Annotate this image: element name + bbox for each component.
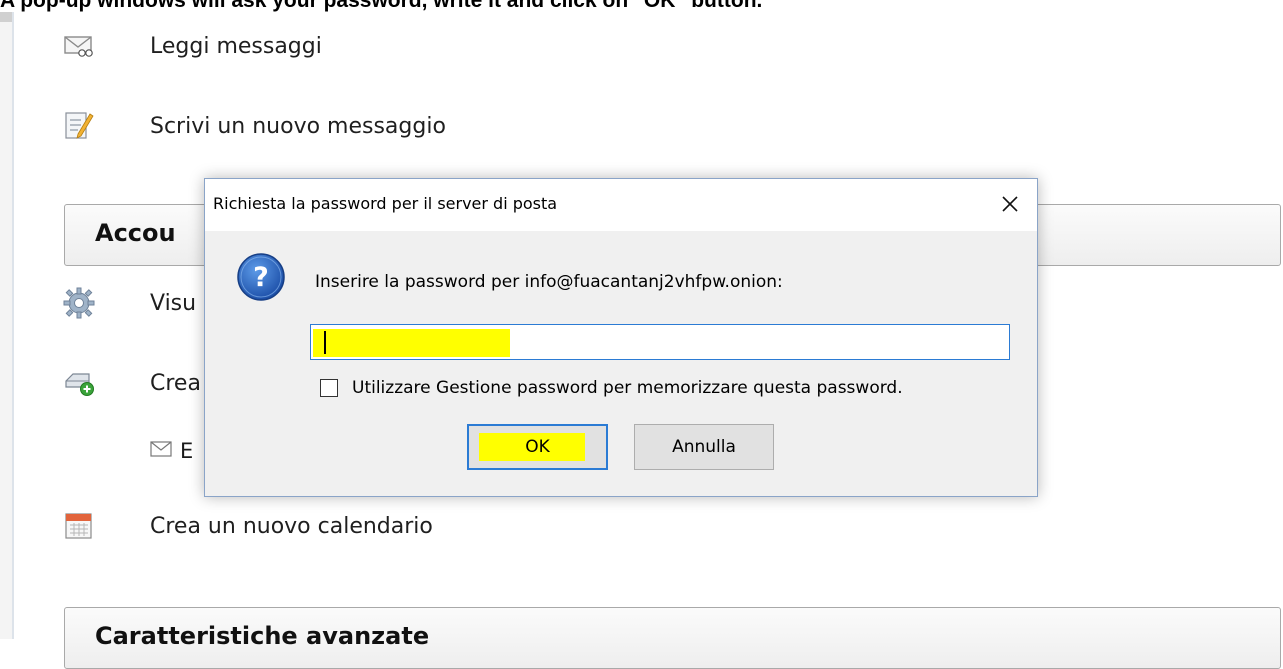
menu-item-create-calendar[interactable]: Crea un nuovo calendario <box>62 506 433 546</box>
calendar-icon <box>62 509 96 543</box>
left-rail <box>0 12 14 639</box>
menu-item-create-account[interactable]: Crea <box>62 363 201 403</box>
instruction-banner: A pop-up windows will ask your password,… <box>0 0 763 12</box>
close-icon[interactable] <box>995 189 1025 219</box>
save-password-label[interactable]: Utilizzare Gestione password per memoriz… <box>352 378 903 398</box>
gear-icon <box>62 286 96 320</box>
menu-item-label: Scrivi un nuovo messaggio <box>150 113 446 139</box>
cancel-button[interactable]: Annulla <box>634 424 774 470</box>
menu-item-label: Crea un nuovo calendario <box>150 513 433 539</box>
menu-item-view-settings[interactable]: Visu <box>62 283 196 323</box>
advanced-section-header: Caratteristiche avanzate <box>64 607 1281 669</box>
envelope-icon <box>150 441 172 461</box>
section-title: Caratteristiche avanzate <box>95 622 430 650</box>
write-message-icon <box>62 109 96 143</box>
menu-subitem-email[interactable]: E <box>150 436 193 466</box>
password-dialog: Richiesta la password per il server di p… <box>204 178 1038 497</box>
rail-tick <box>0 12 12 22</box>
menu-item-label: Crea <box>150 370 201 396</box>
envelope-glasses-icon <box>62 29 96 63</box>
menu-item-read-messages[interactable]: Leggi messaggi <box>62 26 322 66</box>
svg-text:?: ? <box>253 262 269 293</box>
password-input[interactable] <box>310 324 1010 360</box>
menu-item-label: Visu <box>150 290 197 316</box>
question-icon: ? <box>235 251 287 303</box>
dialog-title: Richiesta la password per il server di p… <box>213 194 558 213</box>
menu-item-label: Leggi messaggi <box>150 33 322 59</box>
menu-subitem-label: E <box>180 439 194 463</box>
save-password-checkbox[interactable] <box>320 379 338 397</box>
password-prompt: Inserire la password per info@fuacantanj… <box>315 272 783 292</box>
section-title: Accou <box>95 219 176 247</box>
new-account-icon <box>62 366 96 400</box>
ok-button[interactable]: OK <box>467 424 608 470</box>
ok-button-label: OK <box>525 437 550 457</box>
menu-item-write-message[interactable]: Scrivi un nuovo messaggio <box>62 106 446 146</box>
dialog-titlebar[interactable]: Richiesta la password per il server di p… <box>205 179 1037 231</box>
